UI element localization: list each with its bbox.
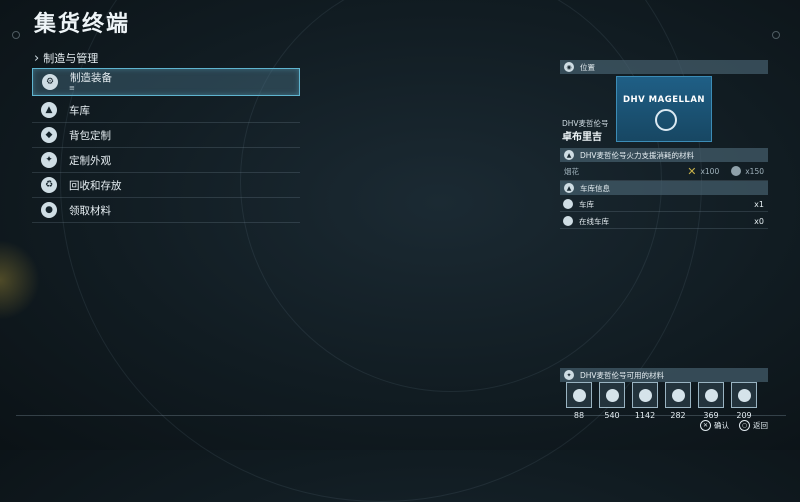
support-icon: ▲ <box>564 150 574 160</box>
materials-header: ✦ DHV麦哲伦号可用的材料 <box>560 368 768 382</box>
location-image-name: DHV MAGELLAN <box>622 95 706 105</box>
vehicle-info-label: 车库信息 <box>580 183 610 193</box>
menu-item-label: 领取材料 <box>69 204 111 217</box>
support-label: DHV麦哲伦号火力支援消耗的材料 <box>580 150 695 160</box>
page-title: 集货终端 <box>34 12 131 37</box>
online-garage-icon <box>563 216 573 226</box>
corner-mark <box>772 31 780 39</box>
menu-item-fabricate[interactable]: ⚙ 制造装备 ≡ <box>32 68 300 96</box>
confirm-prompt[interactable]: ✕ 确认 <box>700 420 729 431</box>
menu-item-garage[interactable]: ▲ 车库 <box>32 98 300 123</box>
confirm-label: 确认 <box>714 421 729 430</box>
corner-mark <box>12 31 20 39</box>
chiral-crystal-icon <box>572 388 586 402</box>
background-glow <box>0 240 40 320</box>
materials-label: DHV麦哲伦号可用的材料 <box>580 370 665 380</box>
main-menu: ⚙ 制造装备 ≡ ▲ 车库 ◆ 背包定制 ✦ 定制外观 ♻ 回收和存放 ● 领取… <box>32 68 300 223</box>
menu-item-label: 背包定制 <box>69 129 111 142</box>
menu-item-label: 定制外观 <box>69 154 111 167</box>
place-name: 卓布里吉 <box>562 132 602 143</box>
vehicle-icon: ▲ <box>41 102 57 118</box>
vehicle-header: ▲ 车库信息 <box>560 181 768 195</box>
menu-item-sub-icon: ≡ <box>69 84 75 92</box>
menu-item-label: 回收和存放 <box>69 179 122 192</box>
vehicle-row-garage: 车库 x1 <box>560 197 768 212</box>
resin-icon <box>605 388 619 402</box>
vehicle-row-online: 在线车库 x0 <box>560 214 768 229</box>
materials-icon: ✦ <box>564 370 574 380</box>
menu-item-appearance[interactable]: ✦ 定制外观 <box>32 148 300 173</box>
resource-icon <box>731 166 742 176</box>
crossed-tools-icon: ✕ <box>687 164 697 178</box>
vehicle-row-label: 车库 <box>579 199 594 209</box>
gear-icon: ⚙ <box>42 74 58 90</box>
recycle-icon: ♻ <box>41 177 57 193</box>
menu-item-label: 制造装备 <box>70 71 112 84</box>
menu-item-label: 车库 <box>69 104 90 117</box>
location-pin-icon: ◉ <box>564 62 574 72</box>
menu-item-recycle[interactable]: ♻ 回收和存放 <box>32 173 300 198</box>
support-row: 烟花 ✕ x100 x150 <box>560 162 768 181</box>
garage-icon <box>563 199 573 209</box>
back-prompt[interactable]: ○ 返回 <box>739 420 768 431</box>
special-alloy-icon <box>737 388 751 402</box>
octopus-emblem-icon <box>655 109 677 131</box>
ceramic-icon <box>671 388 685 402</box>
breadcrumb: › 制造与管理 <box>34 50 98 66</box>
pickup-icon: ● <box>41 202 57 218</box>
location-label: 位置 <box>580 62 595 72</box>
footer-divider <box>16 415 786 416</box>
vehicle-row-count: x0 <box>754 216 764 226</box>
support-header: ▲ DHV麦哲伦号火力支援消耗的材料 <box>560 148 768 162</box>
location-header: ◉ 位置 <box>560 60 768 74</box>
back-label: 返回 <box>753 421 768 430</box>
chemical-icon <box>704 388 718 402</box>
support-cost-1: x100 <box>700 166 720 176</box>
support-panel: ▲ DHV麦哲伦号火力支援消耗的材料 烟花 ✕ x100 x150 <box>560 148 768 181</box>
footer-prompts: ✕ 确认 ○ 返回 <box>700 420 768 431</box>
breadcrumb-label: 制造与管理 <box>43 52 99 65</box>
vehicle-row-label: 在线车库 <box>579 216 609 226</box>
support-item: 烟花 <box>564 166 579 176</box>
circle-button-icon: ○ <box>739 420 750 431</box>
menu-item-backpack[interactable]: ◆ 背包定制 <box>32 123 300 148</box>
customize-icon: ✦ <box>41 152 57 168</box>
location-panel: ◉ 位置 <box>560 60 768 74</box>
metal-icon <box>638 388 652 402</box>
materials-panel: ✦ DHV麦哲伦号可用的材料 <box>560 368 768 382</box>
menu-item-pickup[interactable]: ● 领取材料 <box>32 198 300 223</box>
vehicle-panel: ▲ 车库信息 车库 x1 在线车库 x0 <box>560 181 768 229</box>
vehicle-icon: ▲ <box>564 183 574 193</box>
support-cost-2: x150 <box>745 166 764 176</box>
chevron-right-icon: › <box>34 50 40 66</box>
cross-button-icon: ✕ <box>700 420 711 431</box>
location-image: DHV MAGELLAN <box>616 76 712 142</box>
vehicle-row-count: x1 <box>754 199 764 209</box>
backpack-icon: ◆ <box>41 127 57 143</box>
